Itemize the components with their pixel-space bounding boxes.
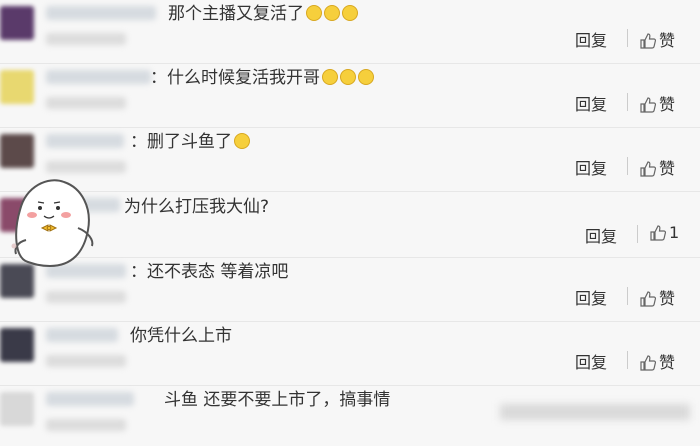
smile-emoji-icon: [342, 5, 358, 21]
like-label: 赞: [659, 159, 676, 178]
username[interactable]: [46, 328, 118, 342]
comment-item: 为什么打压我大仙? 回复 1: [0, 192, 700, 258]
comment-text-content: ：什么时候复活我开哥: [150, 68, 320, 88]
reply-button[interactable]: 回复: [575, 91, 607, 115]
comment-item: ：还不表态 等着凉吧 回复 赞: [0, 258, 700, 322]
reply-button[interactable]: 回复: [575, 349, 607, 373]
like-label: 赞: [659, 31, 676, 50]
comment-text: ：还不表态 等着凉吧: [130, 261, 288, 283]
reply-button[interactable]: 回复: [585, 223, 617, 247]
like-button[interactable]: 赞: [640, 285, 675, 309]
reply-button[interactable]: 回复: [575, 155, 607, 179]
username[interactable]: [46, 6, 156, 20]
blurred-watermark: [500, 404, 690, 420]
comment-text-content: ：删了斗鱼了: [130, 132, 232, 152]
laugh-emoji-icon: [340, 69, 356, 85]
like-button[interactable]: 赞: [640, 155, 675, 179]
divider: [637, 225, 638, 243]
thinking-emoji-icon: [234, 133, 250, 149]
comment-text-content: 你凭什么上市: [130, 326, 232, 346]
thumbs-up-icon: [650, 225, 667, 241]
laugh-emoji-icon: [358, 69, 374, 85]
divider: [627, 351, 628, 369]
comment-text: 那个主播又复活了: [168, 3, 358, 25]
comment-meta: [46, 291, 126, 303]
smile-emoji-icon: [306, 5, 322, 21]
comment-item: 那个主播又复活了 回复 赞: [0, 0, 700, 64]
comment-item: 你凭什么上市 回复 赞: [0, 322, 700, 386]
username[interactable]: [46, 392, 134, 406]
avatar[interactable]: [0, 134, 34, 168]
comment-text: 斗鱼 还要不要上市了，搞事情: [164, 389, 390, 411]
thumbs-up-icon: [640, 33, 657, 49]
like-label: 赞: [659, 95, 676, 114]
comment-item: ：什么时候复活我开哥 回复 赞: [0, 64, 700, 128]
comment-text: ：删了斗鱼了: [130, 131, 250, 153]
comment-meta: [46, 355, 126, 367]
like-button[interactable]: 赞: [640, 27, 675, 51]
avatar[interactable]: [0, 6, 34, 40]
reply-button[interactable]: 回复: [575, 27, 607, 51]
comment-text-content: 斗鱼 还要不要上市了，搞事情: [164, 390, 391, 410]
comment-text: ：什么时候复活我开哥: [150, 67, 374, 89]
divider: [627, 287, 628, 305]
like-label: 赞: [659, 289, 676, 308]
comment-item: ：删了斗鱼了 回复 赞: [0, 128, 700, 192]
username[interactable]: [46, 70, 151, 84]
thumbs-up-icon: [640, 161, 657, 177]
avatar[interactable]: [0, 328, 34, 362]
divider: [627, 29, 628, 47]
like-button[interactable]: 赞: [640, 349, 675, 373]
laugh-emoji-icon: [322, 69, 338, 85]
divider: [627, 157, 628, 175]
comment-text: 你凭什么上市: [130, 325, 232, 347]
like-label: 赞: [659, 353, 676, 372]
comment-meta: [46, 97, 126, 109]
seal-sticker-icon: [11, 179, 94, 268]
comment-meta: [46, 33, 126, 45]
username[interactable]: [46, 134, 124, 148]
avatar[interactable]: [0, 392, 34, 426]
smile-emoji-icon: [324, 5, 340, 21]
avatar[interactable]: [0, 70, 34, 104]
divider: [627, 93, 628, 111]
thumbs-up-icon: [640, 291, 657, 307]
comment-text-content: 那个主播又复活了: [168, 4, 304, 24]
thumbs-up-icon: [640, 355, 657, 371]
comment-text-content: 为什么打压我大仙?: [124, 197, 270, 217]
like-count: 1: [669, 223, 680, 242]
like-button[interactable]: 赞: [640, 91, 675, 115]
comment-meta: [46, 419, 126, 431]
comment-text-content: ：还不表态 等着凉吧: [130, 262, 289, 282]
like-button[interactable]: 1: [650, 223, 679, 242]
thumbs-up-icon: [640, 97, 657, 113]
comment-text: 为什么打压我大仙?: [124, 196, 269, 218]
reply-button[interactable]: 回复: [575, 285, 607, 309]
